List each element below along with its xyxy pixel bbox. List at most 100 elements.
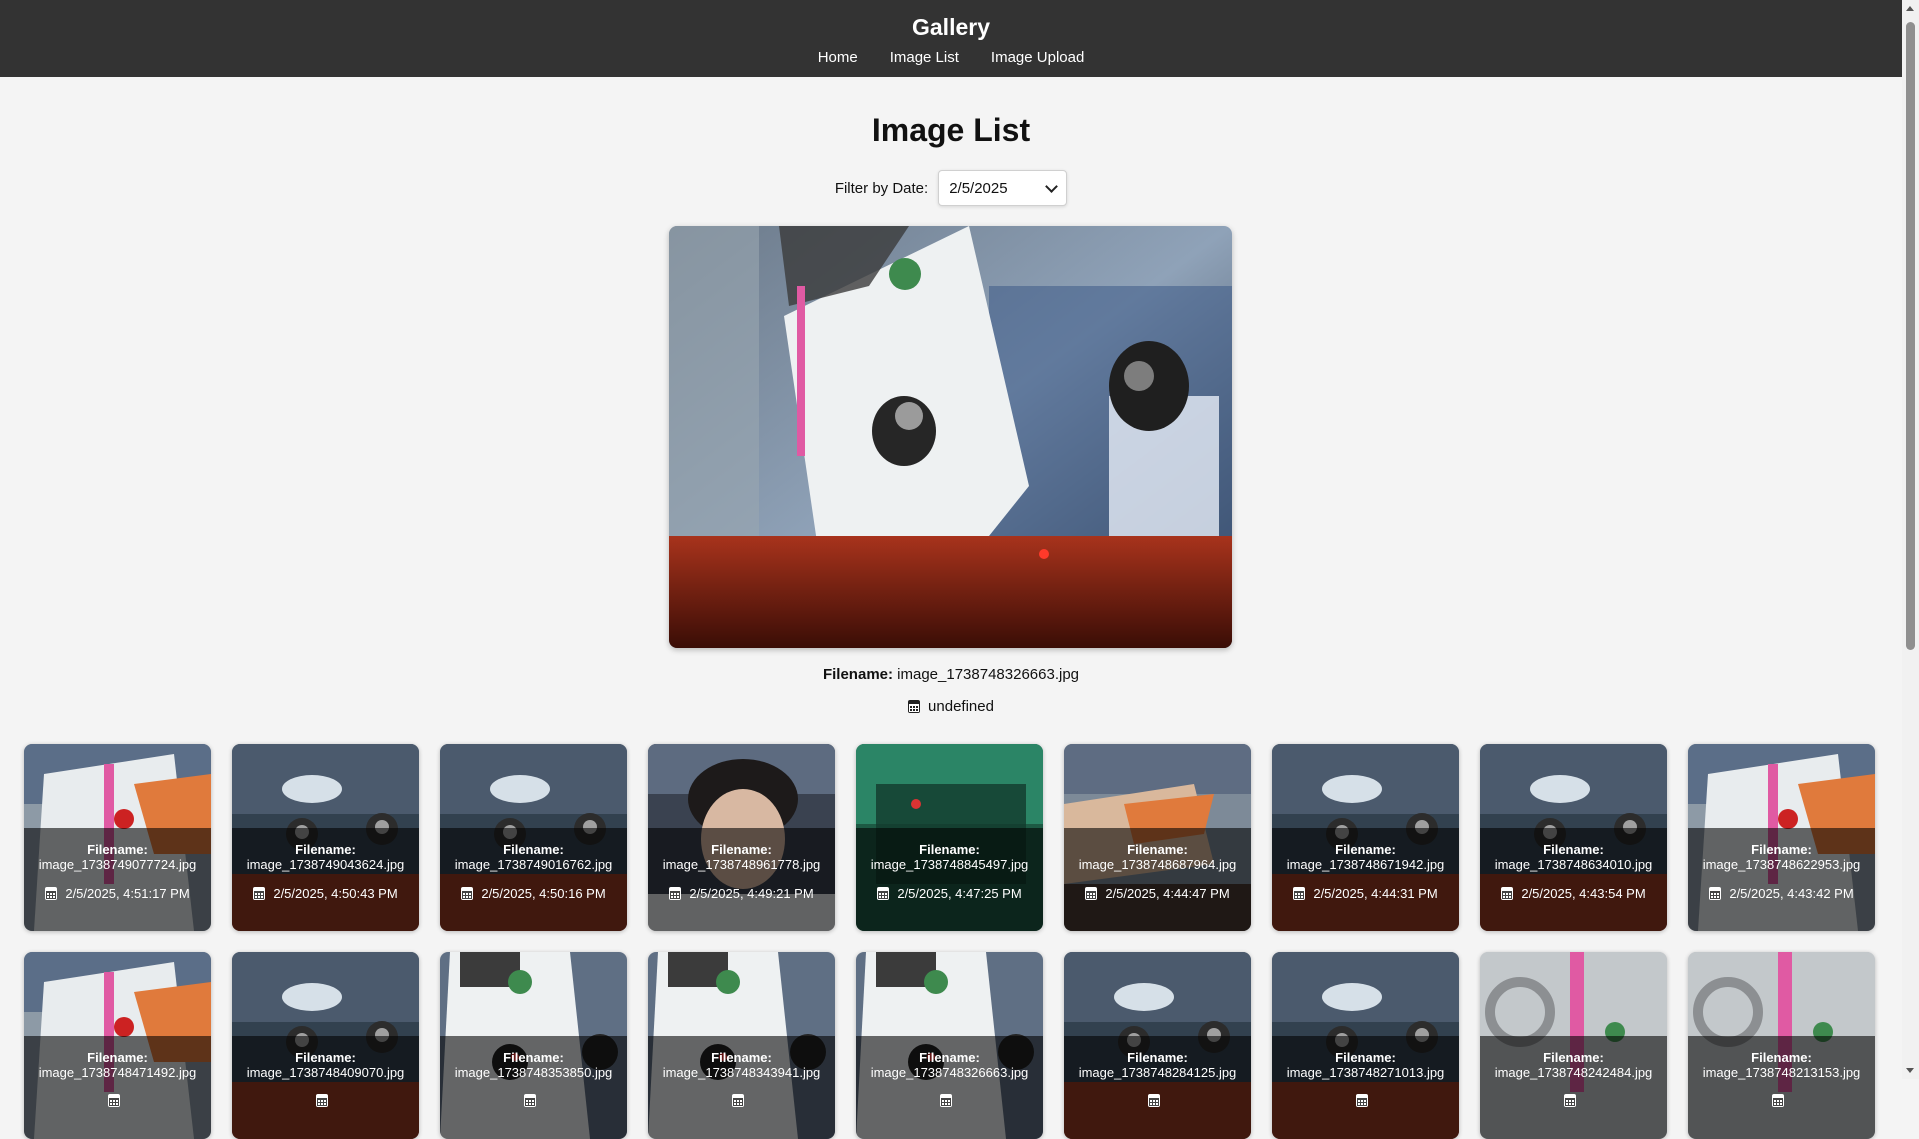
image-card[interactable]: Filename: image_1738749043624.jpg 2/5/20… bbox=[232, 744, 419, 931]
calendar-icon bbox=[939, 1094, 952, 1107]
card-filename-label: Filename: bbox=[1127, 842, 1188, 857]
selected-image-date: undefined bbox=[0, 698, 1902, 715]
calendar-icon bbox=[1355, 1094, 1368, 1107]
card-filename-label: Filename: bbox=[919, 842, 980, 857]
card-date bbox=[24, 1094, 211, 1107]
card-date: 2/5/2025, 4:44:31 PM bbox=[1272, 886, 1459, 901]
card-date: 2/5/2025, 4:51:17 PM bbox=[24, 886, 211, 901]
card-filename-label: Filename: bbox=[1751, 842, 1812, 857]
calendar-icon bbox=[731, 1094, 744, 1107]
nav-link-image-upload[interactable]: Image Upload bbox=[991, 49, 1084, 66]
calendar-icon bbox=[908, 700, 921, 713]
card-overlay: Filename: image_1738748671942.jpg 2/5/20… bbox=[1272, 828, 1459, 931]
image-card[interactable]: Filename: image_1738748343941.jpg bbox=[648, 952, 835, 1139]
card-overlay: Filename: image_1738748213153.jpg bbox=[1688, 1036, 1875, 1139]
calendar-icon bbox=[45, 887, 58, 900]
card-filename: image_1738748961778.jpg bbox=[662, 857, 821, 872]
calendar-icon bbox=[877, 887, 890, 900]
image-card[interactable]: Filename: image_1738748326663.jpg bbox=[856, 952, 1043, 1139]
card-filename-label: Filename: bbox=[1543, 842, 1604, 857]
card-filename: image_1738749077724.jpg bbox=[38, 857, 197, 872]
calendar-icon bbox=[1709, 887, 1722, 900]
calendar-icon bbox=[1563, 1094, 1576, 1107]
card-filename: image_1738748326663.jpg bbox=[870, 1065, 1029, 1080]
image-card[interactable]: Filename: image_1738748409070.jpg bbox=[232, 952, 419, 1139]
scrollbar-thumb[interactable] bbox=[1906, 22, 1915, 650]
card-date bbox=[440, 1094, 627, 1107]
card-date: 2/5/2025, 4:43:42 PM bbox=[1688, 886, 1875, 901]
card-date bbox=[1064, 1094, 1251, 1107]
image-card[interactable]: Filename: image_1738748845497.jpg 2/5/20… bbox=[856, 744, 1043, 931]
card-date-value: 2/5/2025, 4:50:16 PM bbox=[481, 886, 606, 901]
selected-image-caption: Filename: image_1738748326663.jpg bbox=[0, 666, 1902, 683]
card-date-value: 2/5/2025, 4:44:31 PM bbox=[1313, 886, 1438, 901]
card-filename: image_1738748353850.jpg bbox=[454, 1065, 613, 1080]
card-overlay: Filename: image_1738748409070.jpg bbox=[232, 1036, 419, 1139]
image-card[interactable]: Filename: image_1738748271013.jpg bbox=[1272, 952, 1459, 1139]
image-card[interactable]: Filename: image_1738748471492.jpg bbox=[24, 952, 211, 1139]
date-select[interactable]: 2/5/2025 bbox=[938, 170, 1068, 206]
nav-links: Home Image List Image Upload bbox=[0, 49, 1902, 66]
calendar-icon bbox=[107, 1094, 120, 1107]
image-card[interactable]: Filename: image_1738748687964.jpg 2/5/20… bbox=[1064, 744, 1251, 931]
card-filename-label: Filename: bbox=[503, 842, 564, 857]
card-filename-label: Filename: bbox=[1335, 1050, 1396, 1065]
card-filename: image_1738748634010.jpg bbox=[1494, 857, 1653, 872]
card-date-value: 2/5/2025, 4:49:21 PM bbox=[689, 886, 814, 901]
card-date: 2/5/2025, 4:50:43 PM bbox=[232, 886, 419, 901]
selected-filename-label: Filename: bbox=[822, 666, 893, 683]
card-filename: image_1738748213153.jpg bbox=[1702, 1065, 1861, 1080]
card-filename-label: Filename: bbox=[711, 1050, 772, 1065]
card-overlay: Filename: image_1738748343941.jpg bbox=[648, 1036, 835, 1139]
image-grid: Filename: image_1738749077724.jpg 2/5/20… bbox=[24, 744, 1878, 1139]
card-overlay: Filename: image_1738748961778.jpg 2/5/20… bbox=[648, 828, 835, 931]
selected-image-photo bbox=[669, 226, 1232, 648]
card-overlay: Filename: image_1738748634010.jpg 2/5/20… bbox=[1480, 828, 1667, 931]
card-filename-label: Filename: bbox=[87, 842, 148, 857]
image-card[interactable]: Filename: image_1738748634010.jpg 2/5/20… bbox=[1480, 744, 1667, 931]
card-date bbox=[1480, 1094, 1667, 1107]
calendar-icon bbox=[1085, 887, 1098, 900]
scroll-down-icon[interactable] bbox=[1906, 1068, 1914, 1073]
scroll-up-icon[interactable] bbox=[1906, 6, 1914, 11]
image-card[interactable]: Filename: image_1738748961778.jpg 2/5/20… bbox=[648, 744, 835, 931]
card-date bbox=[856, 1094, 1043, 1107]
image-card[interactable]: Filename: image_1738748213153.jpg bbox=[1688, 952, 1875, 1139]
card-filename-label: Filename: bbox=[87, 1050, 148, 1065]
image-card[interactable]: Filename: image_1738748622953.jpg 2/5/20… bbox=[1688, 744, 1875, 931]
calendar-icon bbox=[1147, 1094, 1160, 1107]
card-overlay: Filename: image_1738748845497.jpg 2/5/20… bbox=[856, 828, 1043, 931]
card-filename-label: Filename: bbox=[919, 1050, 980, 1065]
nav-link-home[interactable]: Home bbox=[818, 49, 858, 66]
card-filename: image_1738748845497.jpg bbox=[870, 857, 1029, 872]
card-filename: image_1738748687964.jpg bbox=[1078, 857, 1237, 872]
card-filename-label: Filename: bbox=[1127, 1050, 1188, 1065]
card-filename: image_1738748622953.jpg bbox=[1702, 857, 1861, 872]
selected-image[interactable] bbox=[669, 226, 1232, 648]
calendar-icon bbox=[315, 1094, 328, 1107]
calendar-icon bbox=[253, 887, 266, 900]
site-brand[interactable]: Gallery bbox=[0, 14, 1902, 41]
image-card[interactable]: Filename: image_1738748353850.jpg bbox=[440, 952, 627, 1139]
card-filename: image_1738748242484.jpg bbox=[1494, 1065, 1653, 1080]
card-filename-label: Filename: bbox=[295, 1050, 356, 1065]
card-overlay: Filename: image_1738749077724.jpg 2/5/20… bbox=[24, 828, 211, 931]
calendar-icon bbox=[523, 1094, 536, 1107]
image-card[interactable]: Filename: image_1738749077724.jpg 2/5/20… bbox=[24, 744, 211, 931]
image-card[interactable]: Filename: image_1738748284125.jpg bbox=[1064, 952, 1251, 1139]
card-date-value: 2/5/2025, 4:43:42 PM bbox=[1729, 886, 1854, 901]
card-date bbox=[648, 1094, 835, 1107]
card-filename: image_1738749016762.jpg bbox=[454, 857, 613, 872]
calendar-icon bbox=[461, 887, 474, 900]
nav-link-image-list[interactable]: Image List bbox=[890, 49, 959, 66]
image-card[interactable]: Filename: image_1738748242484.jpg bbox=[1480, 952, 1667, 1139]
card-overlay: Filename: image_1738748271013.jpg bbox=[1272, 1036, 1459, 1139]
image-card[interactable]: Filename: image_1738749016762.jpg 2/5/20… bbox=[440, 744, 627, 931]
card-overlay: Filename: image_1738748353850.jpg bbox=[440, 1036, 627, 1139]
calendar-icon bbox=[1771, 1094, 1784, 1107]
page-scrollbar[interactable] bbox=[1902, 0, 1919, 1079]
card-filename-label: Filename: bbox=[711, 842, 772, 857]
card-filename: image_1738748671942.jpg bbox=[1286, 857, 1445, 872]
card-filename-label: Filename: bbox=[1543, 1050, 1604, 1065]
image-card[interactable]: Filename: image_1738748671942.jpg 2/5/20… bbox=[1272, 744, 1459, 931]
